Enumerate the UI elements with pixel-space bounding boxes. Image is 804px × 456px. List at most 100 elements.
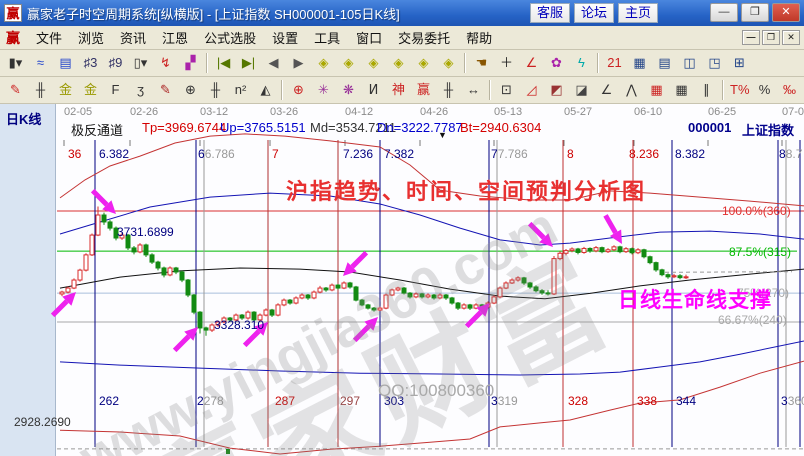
angle-lines-icon[interactable]: ∠	[595, 79, 618, 101]
mdi-close-button[interactable]: ✕	[782, 30, 800, 45]
titlebar-button-service[interactable]: 客服	[530, 3, 570, 23]
time-cycle-ratio-label: 7.236	[343, 147, 374, 161]
titlebar-button-home[interactable]: 主页	[618, 3, 658, 23]
candle	[491, 296, 497, 304]
diamond-move-left-icon[interactable]: ◈	[412, 52, 435, 74]
menu-item-设置[interactable]: 设置	[264, 29, 306, 48]
indicator-name[interactable]: 极反通道	[71, 120, 123, 139]
ruler-123-icon[interactable]: ╫	[437, 79, 460, 101]
fan-box-icon[interactable]: ◩	[545, 79, 568, 101]
calculator-icon[interactable]: ▦	[628, 52, 651, 74]
square-of-nine-icon[interactable]: n²	[229, 79, 252, 101]
restore-button[interactable]: ❐	[741, 3, 769, 22]
data-manager-icon[interactable]: ⊞	[728, 52, 751, 74]
mdi-minimize-button[interactable]: —	[742, 30, 760, 45]
candle	[65, 287, 71, 293]
candle	[293, 297, 299, 304]
minimize-button[interactable]: —	[710, 3, 738, 22]
gold-ratio-ruler-icon[interactable]: 金	[54, 79, 77, 101]
time-percent-icon[interactable]: T%	[728, 79, 751, 101]
menu-item-文件[interactable]: 文件	[28, 29, 70, 48]
menu-item-交易委托[interactable]: 交易委托	[390, 29, 458, 48]
spiral-ruler-icon[interactable]: ʒ	[129, 79, 152, 101]
bars-3min-icon[interactable]: ♯3	[79, 52, 102, 74]
menu-item-公式选股[interactable]: 公式选股	[196, 29, 264, 48]
draw-pen-icon[interactable]: ✎	[4, 79, 27, 101]
go-first-icon[interactable]: |◀	[212, 52, 235, 74]
menu-item-帮助[interactable]: 帮助	[458, 29, 500, 48]
wave-count-icon[interactable]: Ͷ	[362, 79, 385, 101]
page-prev-icon[interactable]: ◀	[262, 52, 285, 74]
gann-fan-icon[interactable]: ◿	[520, 79, 543, 101]
diamond-compress-icon[interactable]: ◈	[387, 52, 410, 74]
zigzag-icon[interactable]: ↯	[154, 52, 177, 74]
angle-tool-icon[interactable]: ∠	[520, 52, 543, 74]
close-button[interactable]: ✕	[772, 3, 800, 22]
mdi-restore-button[interactable]: ❐	[762, 30, 780, 45]
crosshair-tool-icon[interactable]: ＋	[495, 52, 518, 74]
gold-section-ruler-icon[interactable]: 金	[79, 79, 102, 101]
candle	[59, 291, 65, 295]
diamond-left-icon[interactable]: ◈	[312, 52, 335, 74]
diamond-right-icon[interactable]: ◈	[337, 52, 360, 74]
go-last-icon[interactable]: ▶|	[237, 52, 260, 74]
parallel-lines-icon[interactable]: ∥	[695, 79, 718, 101]
wave-overlay-icon[interactable]: ≈	[29, 52, 52, 74]
hand-tool-icon[interactable]: ☚	[470, 52, 493, 74]
ruler2-icon[interactable]: ╫	[204, 79, 227, 101]
candle	[551, 258, 557, 295]
width-measure-icon[interactable]: ↔	[462, 79, 485, 101]
grid-red-icon[interactable]: ▦	[645, 79, 668, 101]
save-icon[interactable]: ◫	[678, 52, 701, 74]
menu-item-江恩[interactable]: 江恩	[154, 29, 196, 48]
ruler-icon[interactable]: ╫	[29, 79, 52, 101]
candle	[461, 304, 467, 309]
candle	[263, 309, 269, 316]
box-select-icon[interactable]: ⊡	[495, 79, 518, 101]
ying-tool-icon[interactable]: 赢	[412, 79, 435, 101]
grid-dark-icon[interactable]: ▦	[670, 79, 693, 101]
menu-item-资讯[interactable]: 资讯	[112, 29, 154, 48]
diamond-move-right-icon[interactable]: ◈	[437, 52, 460, 74]
level-label: 87.5%(315)	[729, 245, 792, 259]
kline-style-dropdown[interactable]: ▮▾	[4, 52, 27, 74]
candle-type-dropdown[interactable]: ▯▾	[129, 52, 152, 74]
chart-area[interactable]: 日K线 赢家财富 www.yingjia360.com 02-05 02-26 03…	[0, 104, 804, 456]
menu-item-窗口[interactable]: 窗口	[348, 29, 390, 48]
zigzag-v-icon[interactable]: ⋀	[620, 79, 643, 101]
angle-ruler-icon[interactable]: ◭	[254, 79, 277, 101]
bars-9min-icon[interactable]: ♯9	[104, 52, 127, 74]
pen2-icon[interactable]: ✎	[154, 79, 177, 101]
info-panel-icon[interactable]: ▤	[54, 52, 77, 74]
lifeline-tool-icon[interactable]: ϟ	[570, 52, 593, 74]
gann-flower-icon[interactable]: ✿	[545, 52, 568, 74]
toolbar-main: ▮▾ ≈ ▤ ♯3 ♯9 ▯▾ ↯ ▞ |◀ ▶| ◀ ▶ ◈ ◈ ◈ ◈ ◈ ◈ ☚ ＋ ∠ ✿ ϟ 21 ▦ ▤ ◫ ◳ ⊞	[0, 50, 804, 77]
export-web-icon[interactable]: ◳	[703, 52, 726, 74]
permille-icon[interactable]: ‰	[778, 79, 801, 101]
memo-icon[interactable]: ▤	[653, 52, 676, 74]
calendar-icon[interactable]: 21	[603, 52, 626, 74]
fibonacci-ruler-icon[interactable]: F	[104, 79, 127, 101]
date-tick-03-26: 03-26	[270, 106, 299, 118]
fan-box-dark-icon[interactable]: ◪	[570, 79, 593, 101]
grid-star-icon[interactable]: ❋	[337, 79, 360, 101]
lifeline-projection	[664, 271, 793, 273]
profile-chart-icon[interactable]: ▞	[179, 52, 202, 74]
toolbar-separator	[597, 53, 599, 73]
candle	[131, 247, 137, 253]
shen-tool-icon[interactable]: 神	[387, 79, 410, 101]
target-circle-icon[interactable]: ⊕	[287, 79, 310, 101]
percent-icon[interactable]: %	[753, 79, 776, 101]
menu-item-浏览[interactable]: 浏览	[70, 29, 112, 48]
cycle-finder-icon[interactable]: ⊕	[179, 79, 202, 101]
star-circle-icon[interactable]: ✳	[312, 79, 335, 101]
candle	[647, 256, 653, 264]
candle	[185, 279, 191, 296]
time-cycle-count-label: 287	[275, 394, 296, 408]
titlebar-button-forum[interactable]: 论坛	[574, 3, 614, 23]
diamond-expand-icon[interactable]: ◈	[362, 52, 385, 74]
candle	[521, 277, 527, 284]
menu-item-工具[interactable]: 工具	[306, 29, 348, 48]
candle	[443, 294, 449, 299]
page-next-icon[interactable]: ▶	[287, 52, 310, 74]
